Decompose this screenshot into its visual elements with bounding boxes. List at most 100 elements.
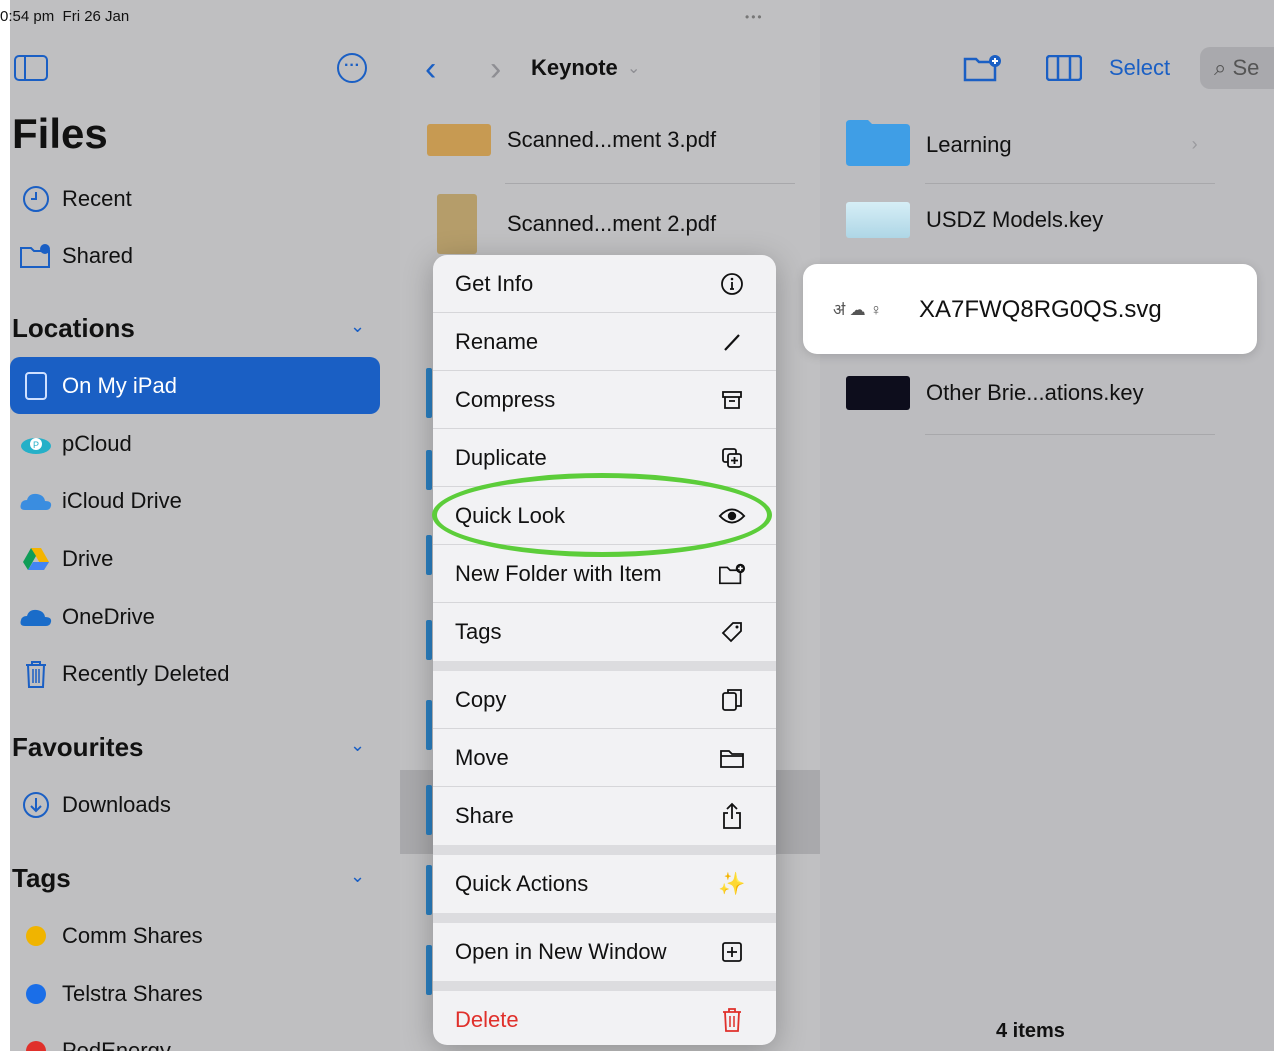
search-placeholder: Se (1232, 55, 1260, 80)
more-options-icon[interactable]: ··· (337, 53, 367, 83)
sidebar-item-shared[interactable]: Shared (10, 227, 380, 284)
sidebar-item-tag-comm-shares[interactable]: Comm Shares (10, 907, 380, 964)
pdf-thumbnail-icon (437, 194, 477, 254)
menu-item-move[interactable]: Move (433, 729, 776, 787)
menu-item-get-info[interactable]: Get Info (433, 255, 776, 313)
menu-item-label: Move (455, 744, 509, 770)
search-icon: ⌕ (1214, 55, 1227, 80)
sidebar-item-tag-podenergy[interactable]: PodEnergy (10, 1022, 380, 1051)
folder-icon (846, 118, 910, 171)
pdf-thumbnail-icon (427, 124, 491, 156)
sidebar-item-label: Downloads (62, 791, 171, 817)
folder-title[interactable]: Keynote (531, 55, 618, 81)
row-divider (925, 434, 1215, 435)
pencil-icon (718, 328, 746, 356)
sidebar-item-drive[interactable]: Drive (10, 530, 380, 587)
sidebar-item-on-my-ipad[interactable]: On My iPad (10, 357, 380, 414)
chevron-down-icon[interactable]: ⌄ (350, 316, 366, 336)
menu-item-label: Get Info (455, 270, 534, 296)
row-divider (505, 183, 795, 184)
menu-item-copy[interactable]: Copy (433, 671, 776, 729)
menu-item-label: Delete (455, 1007, 519, 1032)
file-row[interactable]: Other Brie...ations.key (846, 376, 1144, 410)
menu-item-compress[interactable]: Compress (433, 371, 776, 429)
menu-item-open-in-new-window[interactable]: Open in New Window (433, 923, 776, 981)
file-name: XA7FWQ8RG0QS.svg (919, 296, 1162, 323)
menu-item-label: New Folder with Item (455, 560, 662, 586)
plus-square-icon (718, 938, 746, 966)
icloud-icon (10, 490, 62, 512)
folder-icon (718, 744, 746, 772)
file-row[interactable]: USDZ Models.key (846, 202, 1103, 238)
menu-item-label: Copy (455, 686, 507, 712)
file-row[interactable]: Scanned...ment 3.pdf (427, 124, 716, 156)
ipad-icon (10, 371, 62, 401)
menu-item-label: Open in New Window (455, 939, 667, 964)
sidebar-item-pcloud[interactable]: P pCloud (10, 415, 380, 472)
tag-color-dot-icon (10, 1040, 62, 1051)
file-name: Learning (926, 131, 1012, 157)
sidebar-item-tag-telstra-shares[interactable]: Telstra Shares (10, 965, 380, 1022)
download-icon (10, 790, 62, 820)
back-chevron-icon[interactable]: ‹ (425, 50, 436, 89)
tags-header: Tags (12, 863, 71, 893)
sidebar-item-label: OneDrive (62, 603, 155, 629)
menu-item-tags[interactable]: Tags (433, 603, 776, 661)
sidebar-item-downloads[interactable]: Downloads (10, 776, 380, 833)
forward-chevron-icon[interactable]: › (490, 50, 501, 89)
sidebar-item-label: On My iPad (62, 372, 177, 398)
context-menu: Get Info Rename Compress Duplicate Quick… (433, 255, 776, 1045)
menu-separator (433, 913, 776, 923)
folder-thumbnail-icon (426, 945, 432, 995)
info-icon (718, 270, 746, 298)
chevron-down-icon[interactable]: ⌄ (627, 58, 640, 78)
locations-header: Locations (12, 313, 135, 343)
new-folder-icon[interactable] (963, 53, 1003, 88)
menu-item-share[interactable]: Share (433, 787, 776, 845)
file-name: Scanned...ment 2.pdf (507, 211, 717, 236)
menu-separator (433, 661, 776, 671)
folder-thumbnail-icon (426, 700, 432, 750)
folder-thumbnail-icon (426, 620, 432, 660)
menu-item-label: Duplicate (455, 444, 547, 470)
sidebar-item-label: Telstra Shares (62, 980, 203, 1006)
sidebar-item-recent[interactable]: Recent (10, 170, 380, 227)
pcloud-icon: P (10, 433, 62, 455)
search-input[interactable]: ⌕ Se (1200, 47, 1274, 89)
status-date: Fri 26 Jan (62, 8, 130, 25)
sidebar-item-label: Recent (62, 185, 132, 211)
status-bar: 0:54 pm Fri 26 Jan (0, 8, 129, 25)
copy-icon (718, 686, 746, 714)
menu-item-delete[interactable]: Delete (433, 991, 776, 1045)
sidebar-item-label: pCloud (62, 430, 132, 456)
menu-item-rename[interactable]: Rename (433, 313, 776, 371)
favourites-header: Favourites (12, 732, 144, 762)
clock-icon (10, 184, 62, 214)
folder-row-learning[interactable]: Learning › (846, 118, 1198, 171)
sidebar-item-onedrive[interactable]: OneDrive (10, 588, 380, 645)
tag-icon (718, 618, 746, 646)
trash-icon (718, 1006, 746, 1034)
folder-thumbnail-icon (426, 535, 432, 575)
select-button[interactable]: Select (1109, 55, 1170, 81)
sidebar-item-icloud-drive[interactable]: iCloud Drive (10, 472, 380, 529)
selected-file-card[interactable]: ॳ ☁ ♀ XA7FWQ8RG0QS.svg (803, 264, 1257, 354)
shared-folder-icon (10, 242, 62, 270)
google-drive-icon (10, 546, 62, 572)
sidebar-toggle-icon[interactable] (14, 55, 48, 81)
file-row[interactable]: Scanned...ment 2.pdf (437, 194, 716, 254)
chevron-down-icon[interactable]: ⌄ (350, 735, 366, 755)
page-title: Files (12, 110, 108, 157)
chevron-down-icon[interactable]: ⌄ (350, 866, 366, 886)
multitasking-dots-icon[interactable]: ••• (745, 10, 764, 24)
column-view-icon[interactable] (1045, 54, 1083, 86)
onedrive-icon (10, 606, 62, 628)
menu-item-label: Share (455, 803, 514, 828)
menu-item-quick-actions[interactable]: Quick Actions ✨ (433, 855, 776, 913)
row-divider (925, 183, 1215, 184)
tag-color-dot-icon (10, 925, 62, 946)
sidebar-item-recently-deleted[interactable]: Recently Deleted (10, 645, 380, 702)
folder-plus-icon (718, 560, 746, 588)
sidebar-item-label: Drive (62, 545, 114, 571)
trash-icon (10, 659, 62, 689)
